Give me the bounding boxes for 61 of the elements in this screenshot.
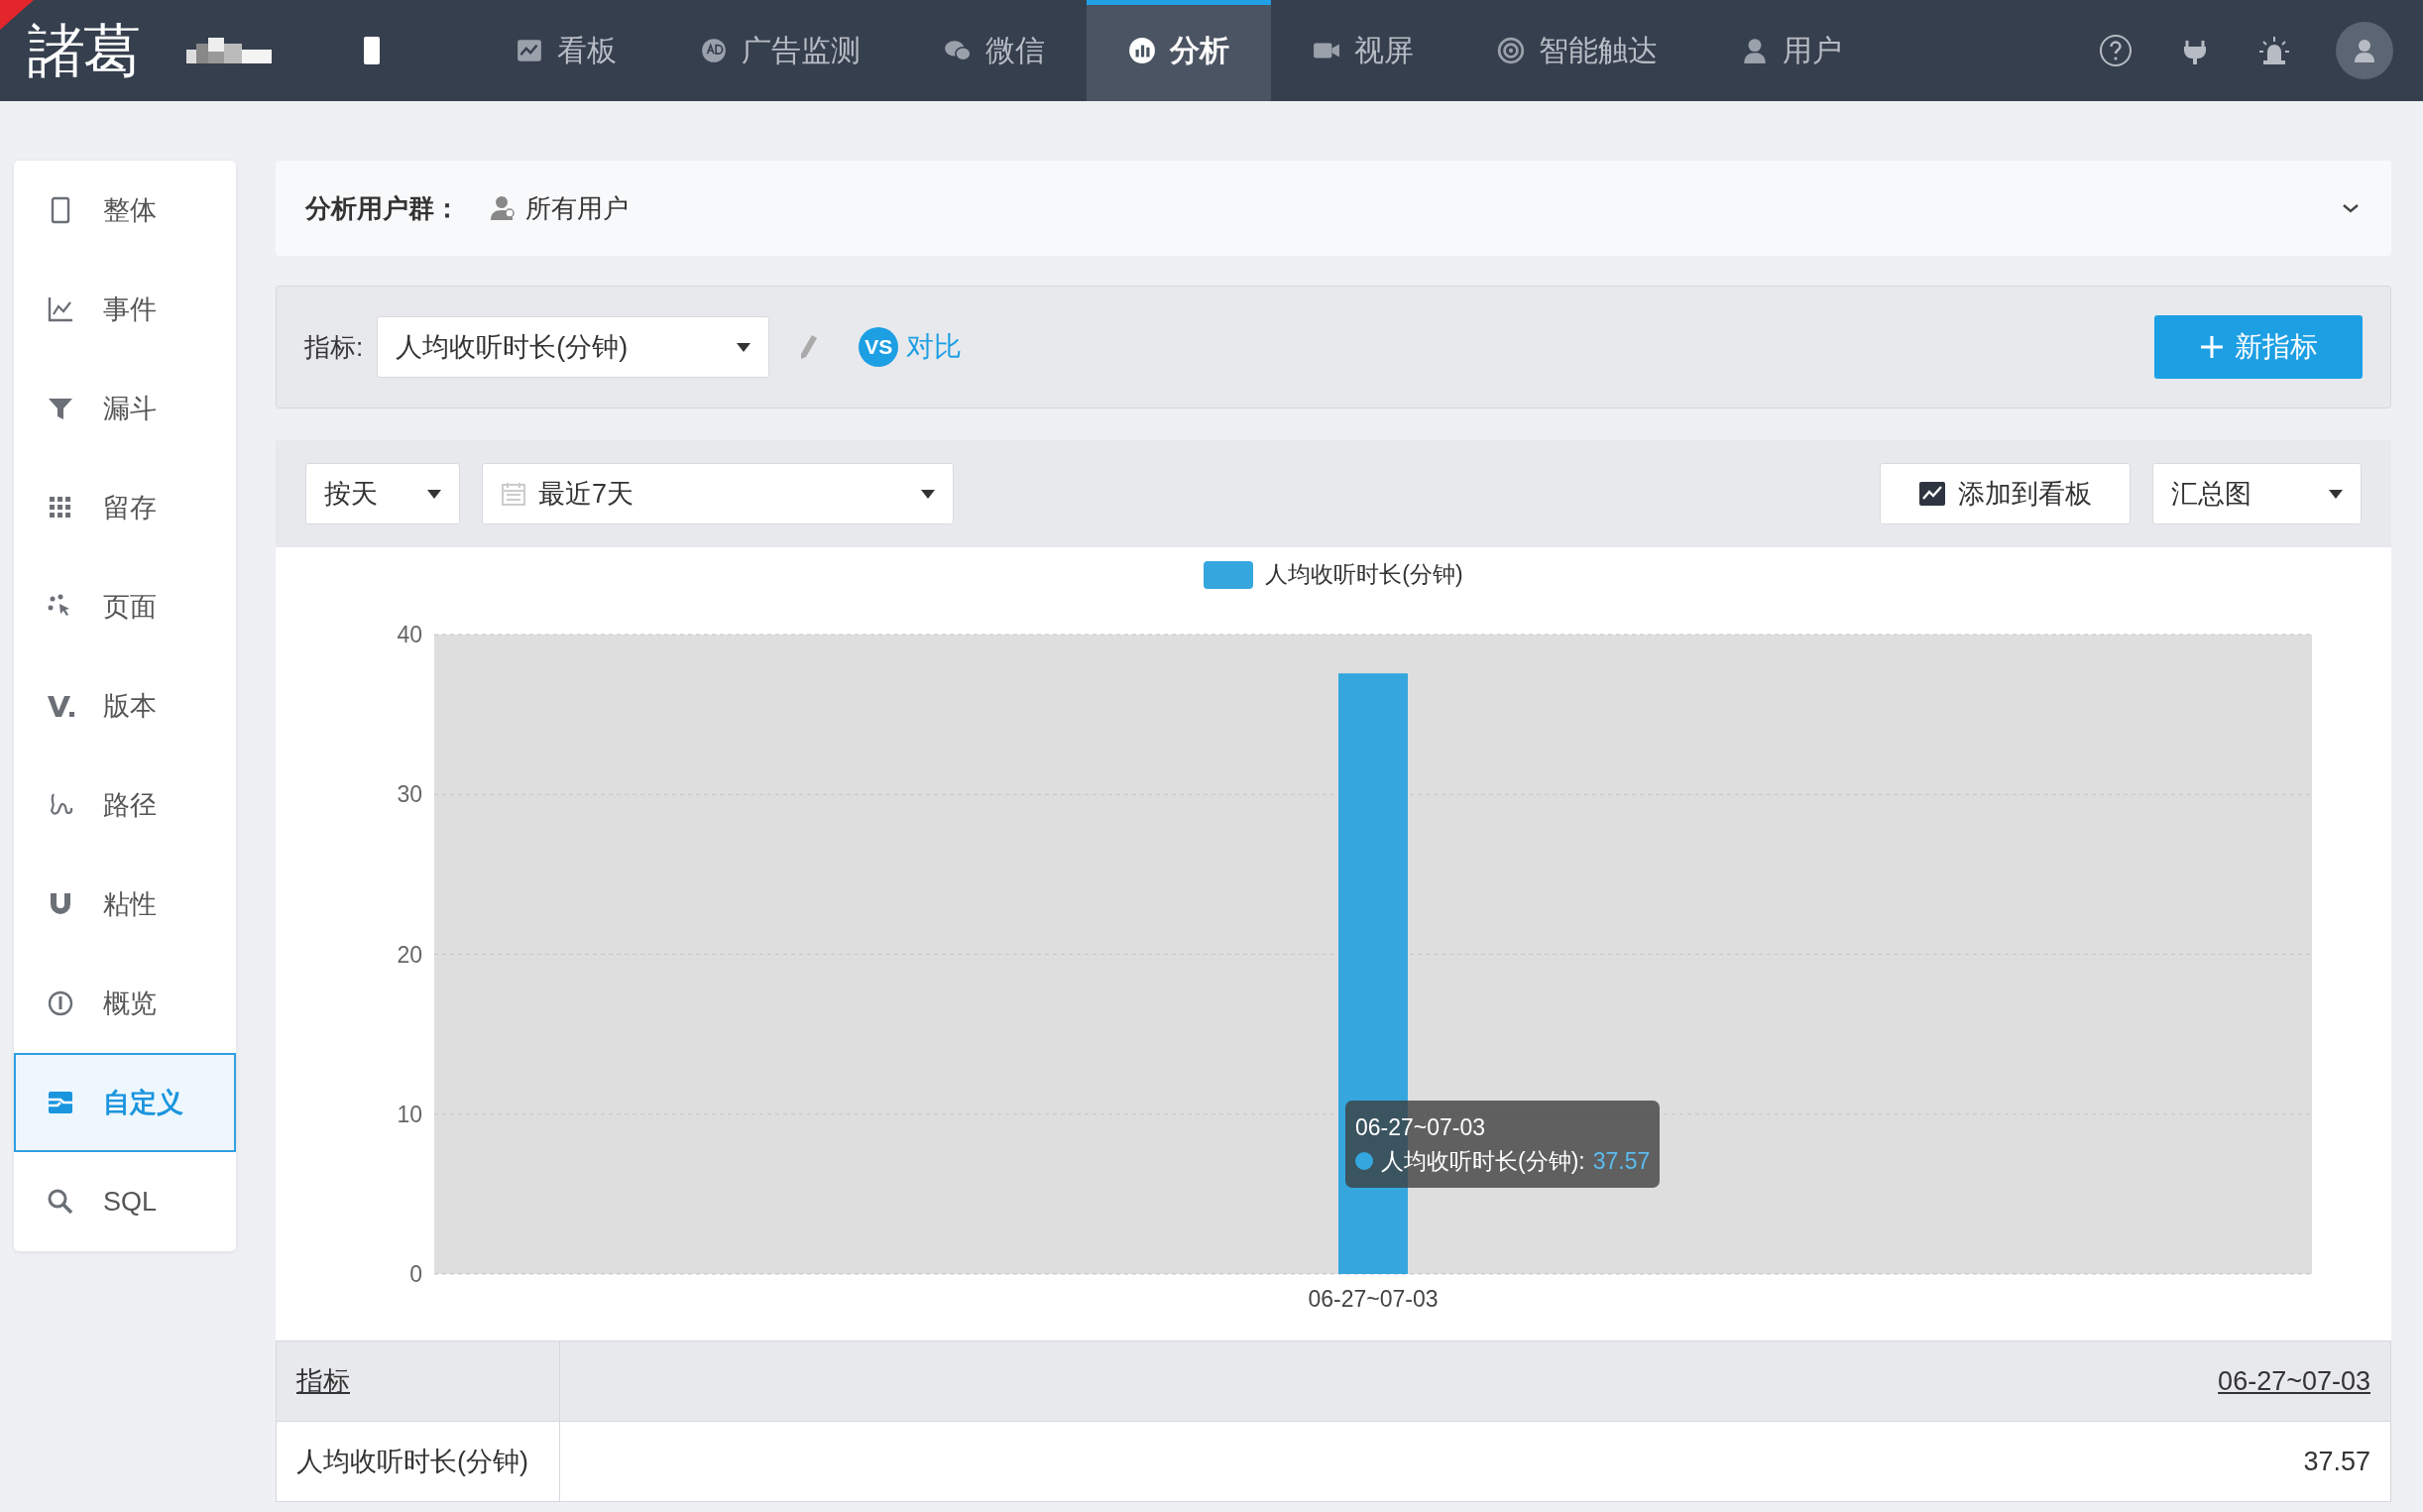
logo[interactable]: 諸葛 <box>28 22 157 79</box>
bar-chart-icon <box>1128 37 1156 64</box>
granularity-select[interactable]: 按天 <box>305 463 460 524</box>
tooltip-label: 人均收听时长(分钟): <box>1381 1147 1585 1176</box>
masked-block <box>364 37 380 64</box>
column-header[interactable]: 06-27~07-03 <box>559 1340 2391 1422</box>
nav-tab[interactable]: 智能触达 <box>1455 0 1699 101</box>
y-tick-label: 30 <box>397 781 422 808</box>
caret-icon <box>427 489 441 499</box>
caret-icon <box>921 489 935 499</box>
x-tick-label: 06-27~07-03 <box>1308 1286 1439 1312</box>
y-tick-label: 0 <box>409 1261 422 1287</box>
person-icon <box>1741 37 1769 64</box>
sidebar-item[interactable]: 事件 <box>14 260 236 359</box>
caret-icon <box>737 342 751 352</box>
nav-tab[interactable]: 微信 <box>902 0 1087 101</box>
chart-board-icon <box>516 37 543 64</box>
legend-swatch[interactable] <box>1204 560 1254 589</box>
metric-label: 指标: <box>304 330 364 364</box>
caret-icon <box>2329 489 2343 499</box>
nav-tab[interactable]: 分析 <box>1087 0 1271 101</box>
nav-tab[interactable]: 视屏 <box>1271 0 1455 101</box>
y-tick-label: 10 <box>397 1101 422 1127</box>
sidebar-item[interactable]: 留存 <box>14 458 236 557</box>
table-cell: 人均收听时长(分钟) <box>276 1421 560 1502</box>
nav-tab[interactable]: 广告监测 <box>658 0 902 101</box>
line-chart-icon <box>1918 481 1946 507</box>
sidebar-item[interactable]: 版本 <box>14 656 236 756</box>
plus-icon <box>2199 334 2225 360</box>
table-cell: 37.57 <box>559 1421 2391 1502</box>
sidebar-item[interactable]: 页面 <box>14 557 236 656</box>
sidebar-item[interactable]: 粘性 <box>14 855 236 954</box>
tooltip-title: 06-27~07-03 <box>1355 1113 1487 1142</box>
date-range-select[interactable]: 最近7天 <box>482 463 954 524</box>
nav-tab[interactable]: 看板 <box>474 0 658 101</box>
sidebar-item[interactable]: 概览 <box>14 954 236 1053</box>
tooltip-value: 37.57 <box>1592 1147 1651 1176</box>
person-icon <box>2352 38 2377 63</box>
user-group-value[interactable]: 所有用户 <box>525 190 629 226</box>
add-to-board-button[interactable]: 添加到看板 <box>1880 463 2131 524</box>
info-circle-icon <box>46 989 75 1018</box>
search-icon <box>46 1187 75 1217</box>
user-group-label: 分析用户群： <box>305 191 460 225</box>
sidebar-item[interactable]: SQL <box>14 1152 236 1251</box>
metric-select[interactable]: 人均收听时长(分钟) <box>377 316 770 378</box>
sidebar-item[interactable]: 整体 <box>14 161 236 260</box>
nav-tab[interactable]: 用户 <box>1699 0 1884 101</box>
y-tick-label: 40 <box>397 622 422 647</box>
chart-type-select[interactable]: 汇总图 <box>2152 463 2362 524</box>
tooltip-dot <box>1355 1152 1373 1170</box>
users-icon <box>490 194 516 222</box>
help-icon[interactable] <box>2098 33 2134 68</box>
target-icon <box>1497 37 1525 64</box>
y-tick-label: 20 <box>397 941 422 968</box>
sidebar-item[interactable]: 漏斗 <box>14 359 236 458</box>
calendar-icon <box>501 481 526 507</box>
legend-label[interactable]: 人均收听时长(分钟) <box>1265 559 1463 590</box>
line-chart-icon <box>46 294 75 324</box>
ad-icon <box>700 37 728 64</box>
column-header[interactable]: 指标 <box>276 1340 560 1422</box>
sidebar-item[interactable]: 路径 <box>14 756 236 855</box>
